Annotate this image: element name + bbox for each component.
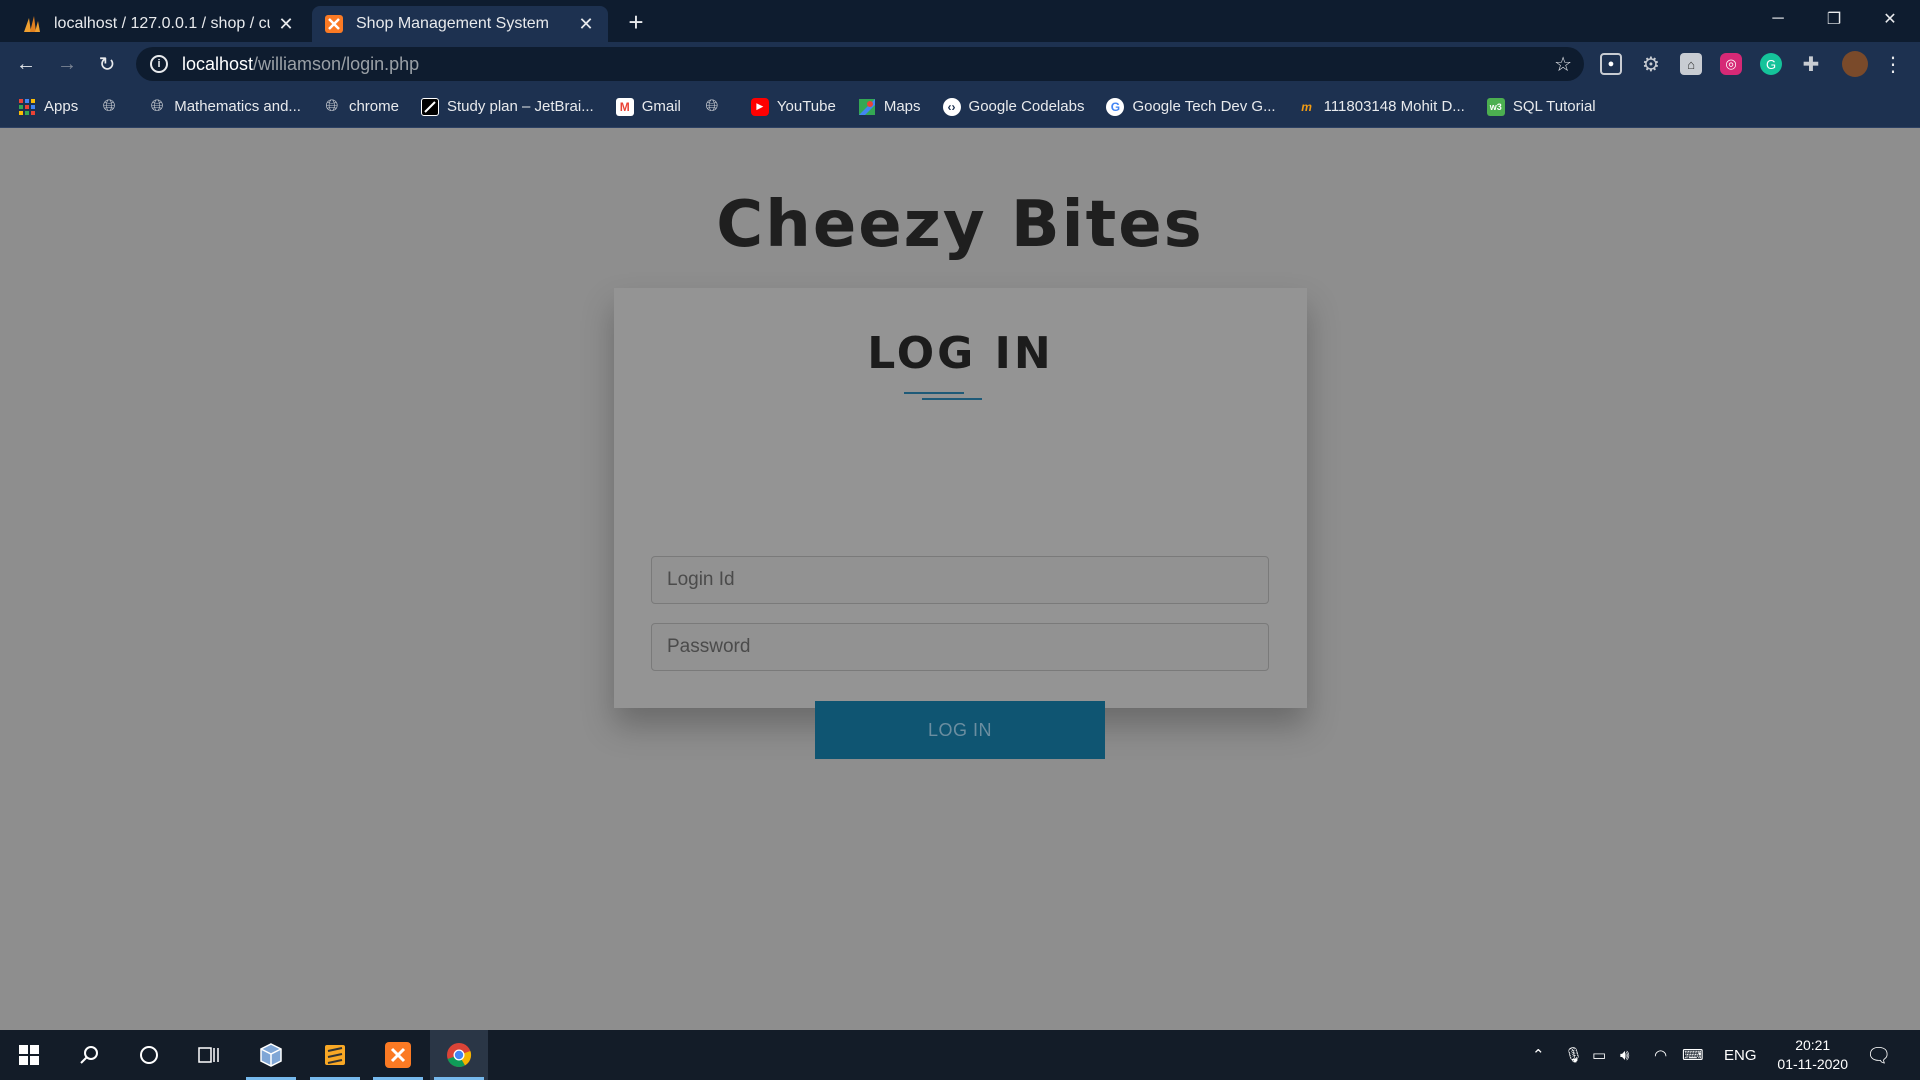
- password-input[interactable]: [651, 623, 1269, 671]
- restore-button[interactable]: ❐: [1806, 0, 1862, 38]
- microphone-icon[interactable]: 🎙︎: [1564, 1030, 1583, 1080]
- phpmyadmin-icon: [22, 14, 42, 34]
- bookmark-label: SQL Tutorial: [1512, 98, 1596, 115]
- notification-icon[interactable]: 🗨︎: [1866, 1030, 1891, 1080]
- bookmark-label: Apps: [44, 98, 79, 115]
- bookmark-label: Study plan – JetBrai...: [446, 98, 594, 115]
- bookmark-label: Google Tech Dev G...: [1132, 98, 1276, 115]
- close-icon[interactable]: ✕: [576, 14, 596, 34]
- system-clock[interactable]: 20:21 01-11-2020: [1777, 1036, 1848, 1074]
- brand-title: Cheezy Bites: [716, 188, 1204, 262]
- bookmark-gmail[interactable]: M Gmail: [615, 97, 681, 116]
- jetbrains-icon: [420, 97, 439, 116]
- menu-icon[interactable]: ⋮: [1882, 53, 1904, 76]
- maps-icon: [858, 98, 876, 116]
- bookmark-mathematics[interactable]: 🌐︎ Mathematics and...: [148, 98, 301, 116]
- tab-title: localhost / 127.0.0.1 / shop / cust: [54, 15, 270, 32]
- clock-time: 20:21: [1795, 1037, 1831, 1053]
- bookmark-google-tech-dev[interactable]: G Google Tech Dev G...: [1106, 97, 1276, 116]
- login-card: LOG IN LOG IN: [614, 288, 1307, 759]
- browser-tab-strip: localhost / 127.0.0.1 / shop / cust ✕ Sh…: [0, 0, 1920, 42]
- tab-title: Shop Management System: [356, 15, 549, 32]
- task-view-icon[interactable]: [180, 1030, 238, 1080]
- xampp-icon: [324, 14, 344, 34]
- bookmark-codelabs[interactable]: ‹› Google Codelabs: [942, 97, 1085, 116]
- grammarly-icon[interactable]: G: [1760, 53, 1782, 75]
- browser-toolbar: ← → ↻ i localhost/williamson/login.php ☆…: [0, 42, 1920, 86]
- chrome-icon[interactable]: [430, 1030, 488, 1080]
- apps-grid-icon: [18, 98, 36, 116]
- bookmark-apps[interactable]: Apps: [18, 98, 78, 116]
- login-id-input[interactable]: [651, 556, 1269, 604]
- globe-icon: 🌐︎: [325, 97, 339, 115]
- gmail-icon: M: [615, 97, 634, 116]
- avatar[interactable]: [1842, 51, 1868, 77]
- sublime-icon[interactable]: [306, 1030, 364, 1080]
- wifi-icon[interactable]: ◠: [1654, 1030, 1667, 1080]
- close-icon[interactable]: ✕: [276, 14, 296, 34]
- extension-icon[interactable]: ⌂: [1680, 53, 1702, 75]
- bookmark-sql-tutorial[interactable]: w3 SQL Tutorial: [1486, 97, 1596, 116]
- codelabs-icon: ‹›: [942, 97, 961, 116]
- info-icon[interactable]: i: [150, 55, 168, 73]
- w3schools-icon: w3: [1486, 97, 1505, 116]
- bookmark-label: Google Codelabs: [968, 98, 1085, 115]
- bookmark-label: Gmail: [641, 98, 681, 115]
- battery-icon[interactable]: ▭: [1592, 1030, 1606, 1080]
- keyboard-icon[interactable]: ⌨: [1682, 1030, 1704, 1080]
- globe-icon: 🌐︎: [102, 97, 116, 115]
- mettl-icon: m: [1301, 99, 1312, 114]
- bookmark-label: Maps: [883, 98, 921, 115]
- url-path: /williamson/login.php: [253, 53, 420, 74]
- globe-icon: 🌐︎: [150, 97, 164, 115]
- bookmark-label: 111803148 Mohit D...: [1323, 98, 1465, 115]
- bookmark-maps[interactable]: Maps: [858, 98, 921, 116]
- search-icon[interactable]: [60, 1030, 118, 1080]
- chevron-up-icon[interactable]: ⌃: [1532, 1030, 1545, 1080]
- bookmarks-bar: Apps 🌐︎ 🌐︎ Mathematics and... 🌐︎ chrome …: [0, 86, 1920, 128]
- taskbar: ⌃ 🎙︎ ▭ 🔊︎ ◠ ⌨ ENG 20:21 01-11-2020 🗨︎: [0, 1030, 1920, 1080]
- windows-start-icon[interactable]: [0, 1030, 58, 1080]
- xampp-taskbar-icon[interactable]: [369, 1030, 427, 1080]
- cortana-icon[interactable]: [120, 1030, 178, 1080]
- bookmark-label: chrome: [348, 98, 399, 115]
- youtube-icon: ▶: [750, 97, 769, 116]
- minimize-button[interactable]: ─: [1750, 0, 1806, 38]
- clock-date: 01-11-2020: [1777, 1056, 1848, 1072]
- back-arrow-icon[interactable]: ←: [12, 50, 40, 78]
- new-tab-button[interactable]: +: [622, 7, 650, 37]
- language-indicator[interactable]: ENG: [1724, 1030, 1757, 1080]
- tab-phpmyadmin[interactable]: localhost / 127.0.0.1 / shop / cust ✕: [10, 6, 308, 42]
- bookmark-label: YouTube: [776, 98, 836, 115]
- bookmark-youtube[interactable]: ▶ YouTube: [750, 97, 836, 116]
- puzzle-icon[interactable]: ✚: [1800, 53, 1822, 76]
- bookmark-mettl[interactable]: m 111803148 Mohit D...: [1298, 98, 1465, 116]
- gear-icon[interactable]: ⚙: [1640, 53, 1662, 76]
- heading-underline: [922, 398, 982, 400]
- star-icon[interactable]: ☆: [1554, 52, 1572, 77]
- url-host: localhost: [182, 53, 254, 74]
- google-icon: G: [1106, 97, 1125, 116]
- bookmark-globe-2[interactable]: 🌐︎: [703, 98, 729, 116]
- page-content: Cheezy Bites LOG IN LOG IN: [0, 128, 1920, 1030]
- reload-icon[interactable]: ↻: [93, 50, 121, 78]
- instagram-icon[interactable]: ◎: [1720, 53, 1742, 75]
- bookmark-jetbrains[interactable]: Study plan – JetBrai...: [420, 97, 594, 116]
- login-button[interactable]: LOG IN: [815, 701, 1105, 759]
- globe-icon: 🌐︎: [705, 97, 719, 115]
- bookmark-globe[interactable]: 🌐︎: [100, 98, 126, 116]
- volume-icon[interactable]: 🔊︎: [1620, 1030, 1629, 1080]
- tab-shop-management[interactable]: Shop Management System ✕: [312, 6, 608, 42]
- address-bar[interactable]: i localhost/williamson/login.php ☆: [136, 47, 1584, 81]
- bookmark-label: Mathematics and...: [174, 98, 301, 115]
- bookmark-chrome[interactable]: 🌐︎ chrome: [323, 98, 399, 116]
- close-window-button[interactable]: ✕: [1862, 0, 1918, 38]
- login-heading: LOG IN: [867, 328, 1054, 379]
- virtualbox-icon[interactable]: [242, 1030, 300, 1080]
- camera-icon[interactable]: ●: [1600, 53, 1622, 75]
- heading-underline: [904, 392, 964, 394]
- forward-arrow-icon[interactable]: →: [53, 50, 81, 78]
